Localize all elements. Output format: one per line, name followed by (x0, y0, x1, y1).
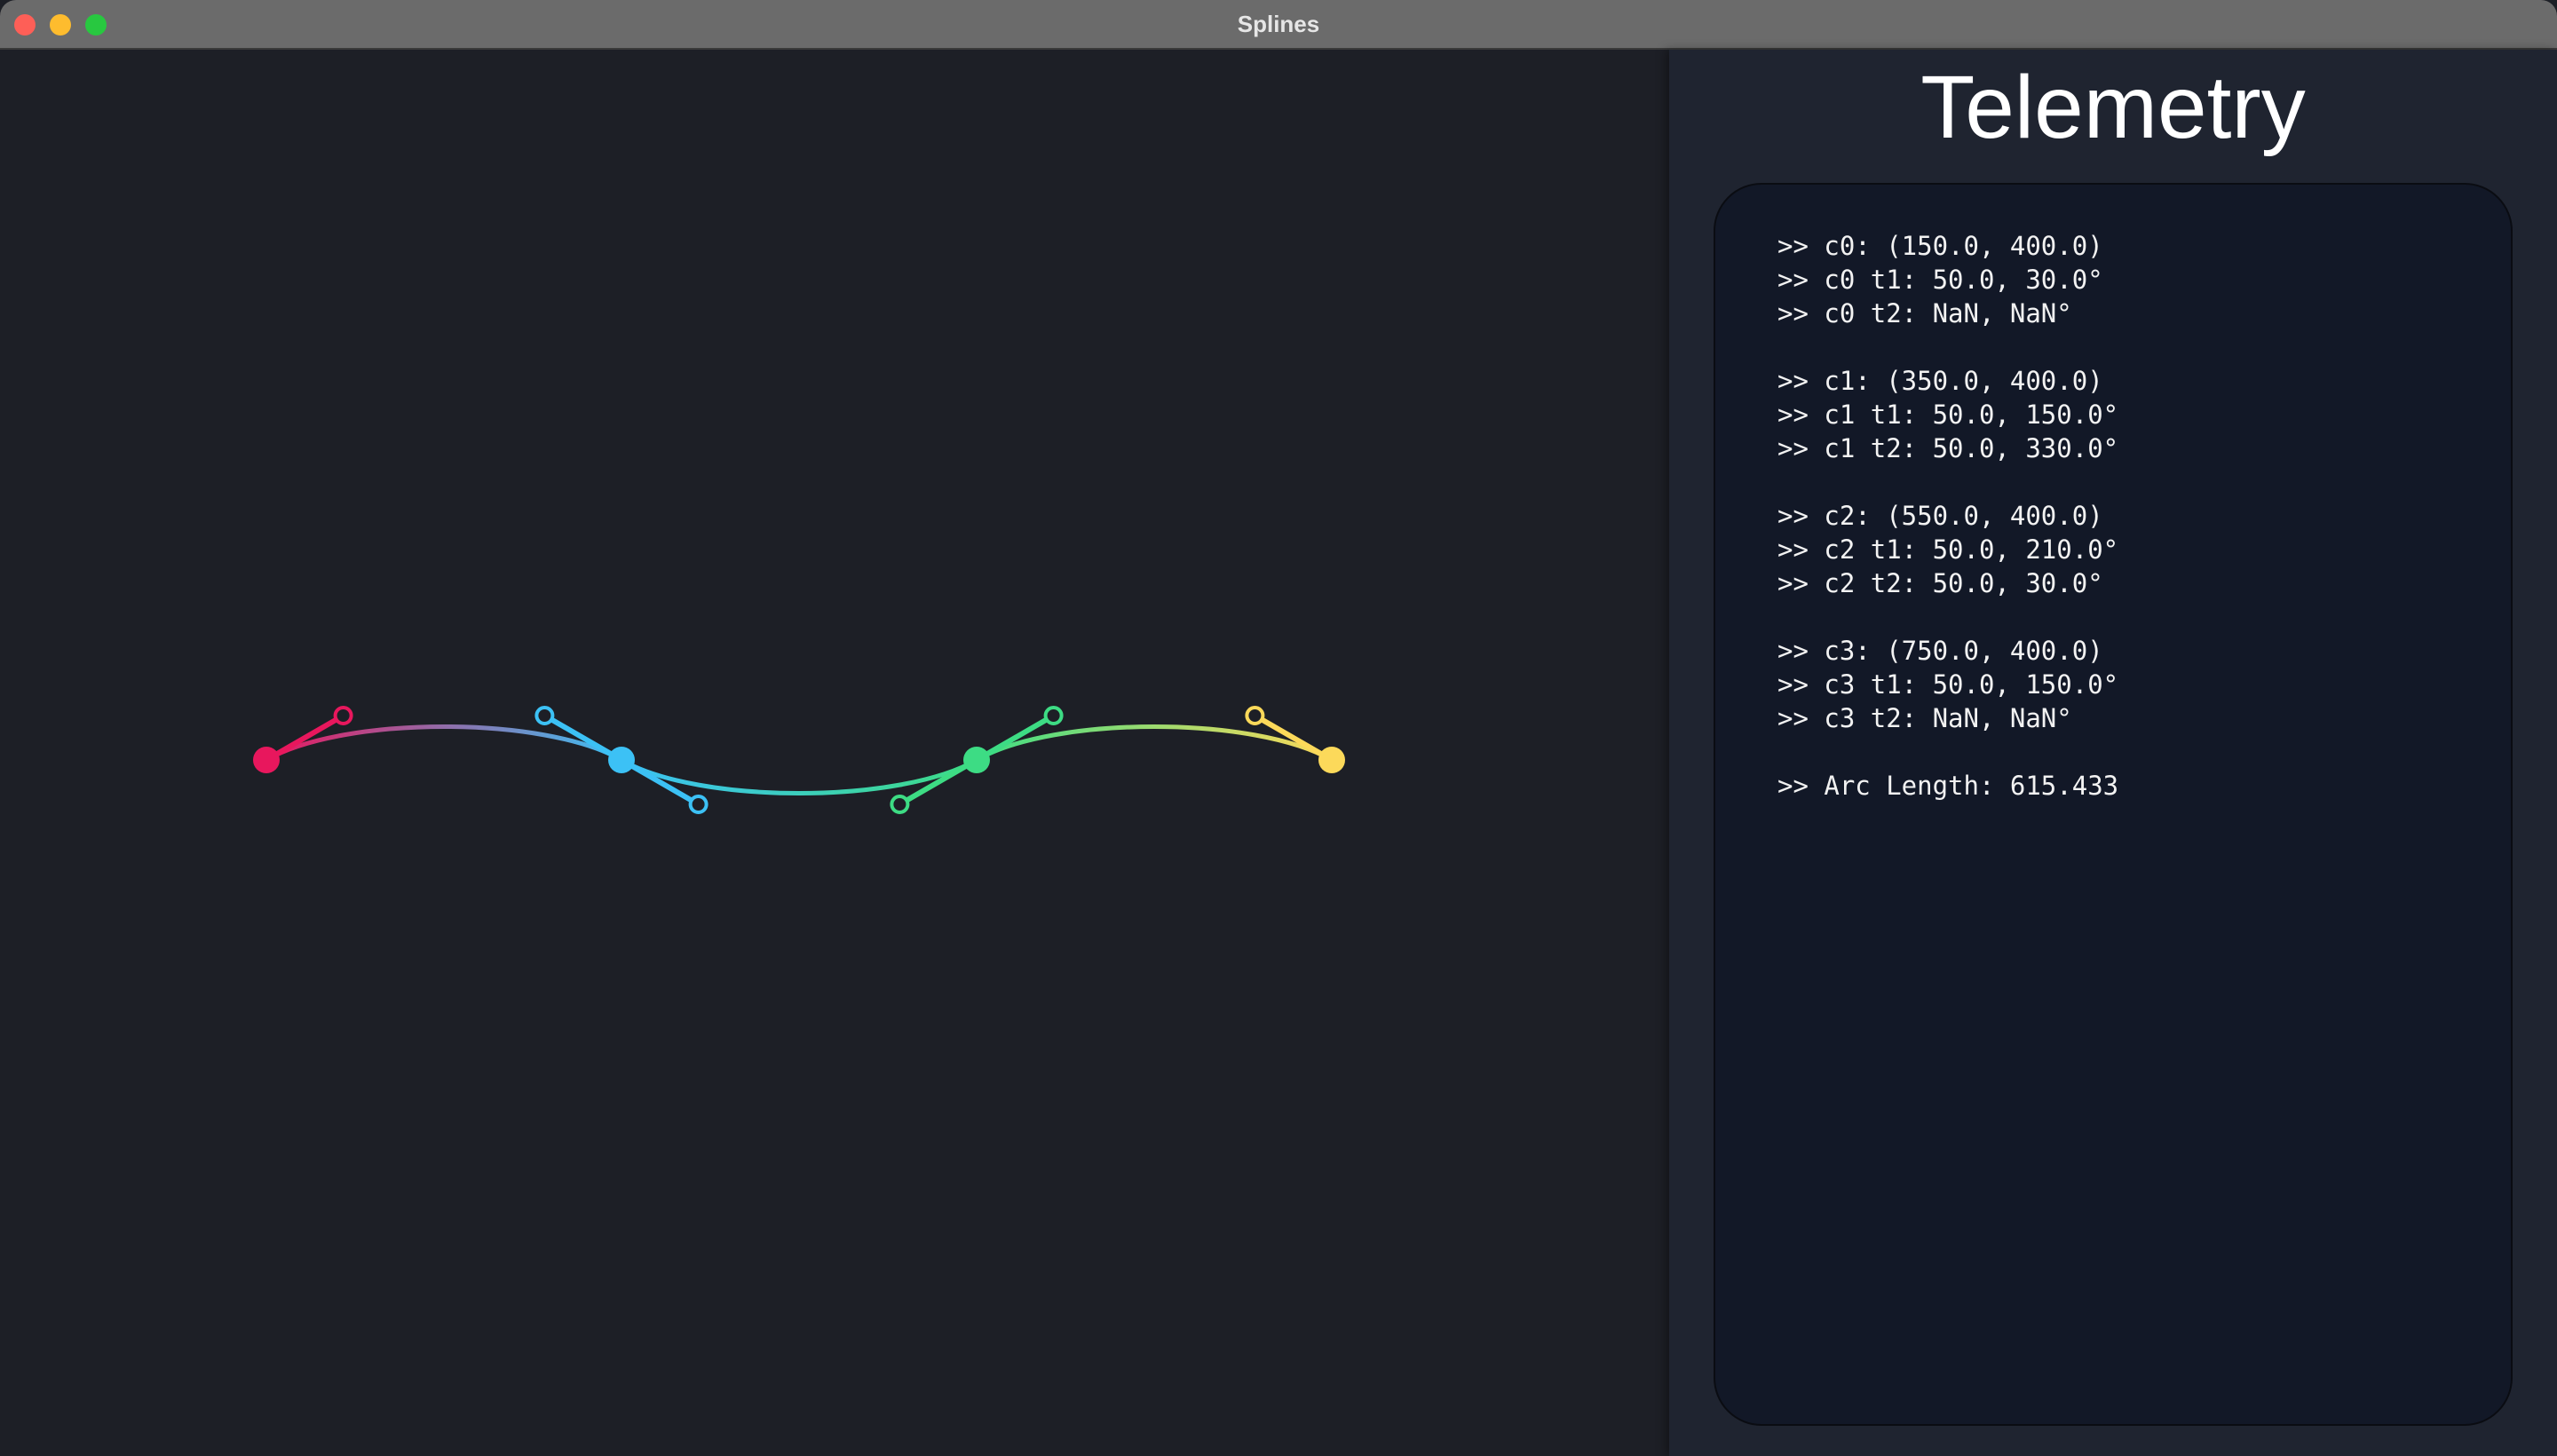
tangent-handle-knob[interactable] (1043, 706, 1064, 725)
telemetry-line: >> Arc Length: 615.433 (1777, 771, 2119, 801)
control-point[interactable] (608, 747, 635, 773)
telemetry-line: >> c2 t2: 50.0, 30.0° (1777, 568, 2103, 598)
telemetry-line: >> c3: (750.0, 400.0) (1777, 636, 2103, 666)
telemetry-log: >> c0: (150.0, 400.0) >> c0 t1: 50.0, 30.… (1714, 183, 2513, 1426)
telemetry-spacer (1777, 735, 2511, 769)
telemetry-spacer (1777, 330, 2511, 364)
control-point[interactable] (253, 747, 280, 773)
tangent-handle-knob[interactable] (333, 706, 353, 725)
tangent-handle-knob[interactable] (534, 706, 555, 725)
telemetry-line: >> c0 t2: NaN, NaN° (1777, 298, 2072, 328)
telemetry-line: >> c3 t1: 50.0, 150.0° (1777, 669, 2119, 700)
title-bar: Splines (0, 0, 2557, 50)
control-point[interactable] (1318, 747, 1345, 773)
spline-canvas[interactable] (0, 50, 1669, 1456)
telemetry-spacer (1777, 465, 2511, 499)
tangent-handle-knob[interactable] (1245, 706, 1265, 725)
telemetry-line: >> c0 t1: 50.0, 30.0° (1777, 265, 2103, 295)
window-title: Splines (1237, 11, 1320, 37)
tangent-handle-knob[interactable] (688, 795, 709, 814)
telemetry-line: >> c3 t2: NaN, NaN° (1777, 703, 2072, 733)
telemetry-spacer (1777, 600, 2511, 634)
telemetry-line: >> c0: (150.0, 400.0) (1777, 231, 2103, 261)
telemetry-line: >> c1 t2: 50.0, 330.0° (1777, 433, 2119, 463)
telemetry-line: >> c2 t1: 50.0, 210.0° (1777, 534, 2119, 565)
telemetry-line: >> c1: (350.0, 400.0) (1777, 366, 2103, 396)
spline-drawing[interactable] (0, 50, 1669, 1456)
telemetry-line: >> c1 t1: 50.0, 150.0° (1777, 400, 2119, 430)
telemetry-line: >> c2: (550.0, 400.0) (1777, 501, 2103, 531)
telemetry-panel: Telemetry >> c0: (150.0, 400.0) >> c0 t1:… (1669, 50, 2557, 1456)
tangent-handle-knob[interactable] (890, 795, 910, 814)
control-point[interactable] (963, 747, 990, 773)
telemetry-title: Telemetry (1920, 58, 2306, 157)
app-window: Splines Telemetry >> c0: (150.0, 400.0) >… (0, 0, 2557, 1456)
